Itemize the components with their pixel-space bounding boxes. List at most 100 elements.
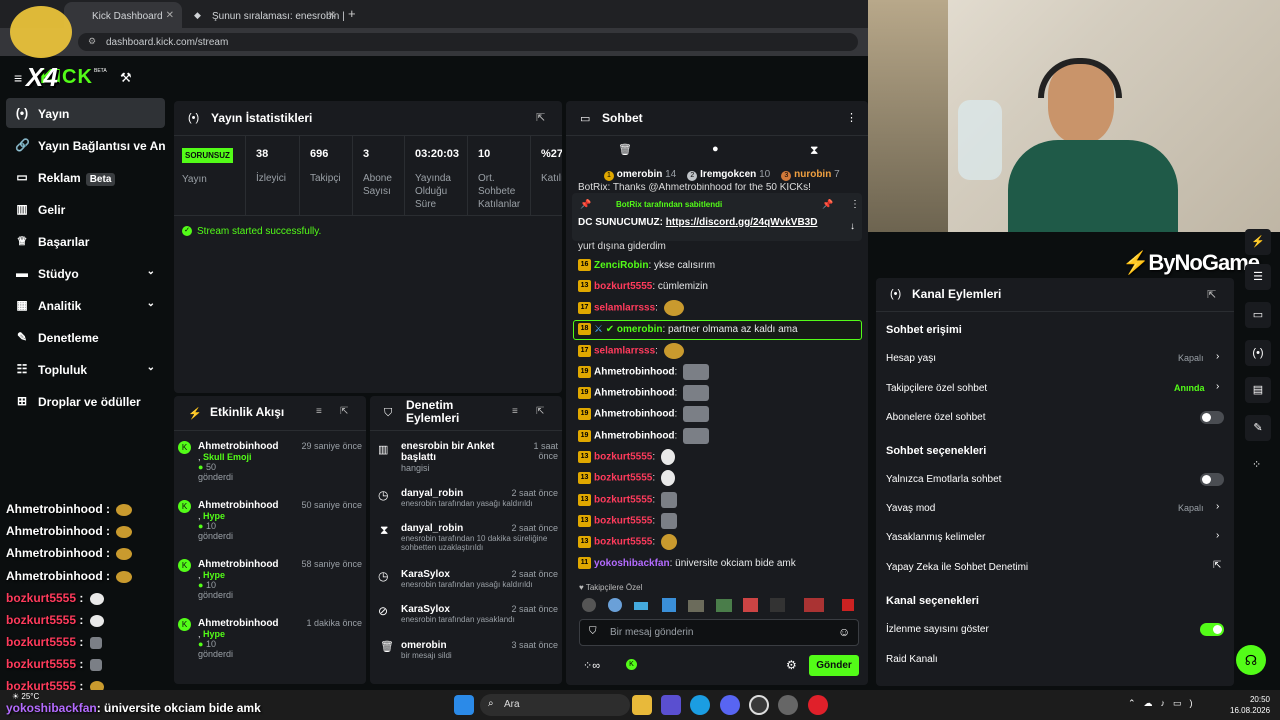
chat-username[interactable]: ZenciRobin [594,260,648,271]
url-input[interactable]: ⚙ dashboard.kick.com/stream [78,33,858,51]
chat-username[interactable]: bozkurt5555 [594,537,652,548]
windows-start-icon[interactable] [454,695,474,715]
sidebar-item-yayin[interactable]: (•) Yayın [6,98,165,128]
filter-icon[interactable]: ≡ [316,406,322,417]
popout-icon[interactable]: ⇱ [536,406,544,417]
emote-option[interactable] [634,602,648,610]
chat-icon[interactable]: ▭ [1245,302,1271,328]
leader-name[interactable]: omerobin [617,169,663,180]
sidebar-item-droplar[interactable]: ⊞ Droplar ve ödüller [6,386,165,416]
close-icon[interactable]: ✕ [328,10,336,21]
more-options-icon[interactable]: ⋮ [850,199,860,210]
chat-username[interactable]: Ahmetrobinhood [594,367,675,378]
popout-icon[interactable]: ⇱ [536,111,545,124]
setting-value[interactable]: Anında [1174,383,1205,393]
chevron-right-icon[interactable]: › [1216,530,1219,541]
taskbar-search[interactable]: ⌕ Ara [480,694,630,716]
clock[interactable]: 20:50 16.08.2026 [1230,694,1270,716]
show-viewcount-toggle[interactable] [1200,623,1224,636]
chat-input[interactable]: ⛉ Bir mesaj gönderin ☺ [579,619,859,646]
kick-coin-icon[interactable]: K [626,659,637,670]
lightning-icon[interactable]: ⚡ [1245,229,1271,255]
community-icon[interactable]: ⁘∞ [583,659,600,672]
pinned-link[interactable]: https://discord.gg/24qWvkVB3D [666,217,818,228]
chat-username[interactable]: bozkurt5555 [594,516,652,527]
leader-name[interactable]: Iremgokcen [700,169,756,180]
emoji-icon[interactable]: ☺ [838,625,850,639]
trash-icon[interactable]: 🗑 [618,143,632,156]
unpin-icon[interactable]: 📌 [822,199,833,210]
chat-icon[interactable]: ● [712,143,719,155]
discord-icon[interactable] [720,695,740,715]
emote-only-toggle[interactable] [1200,473,1224,486]
teams-icon[interactable] [661,695,681,715]
more-options-icon[interactable]: ⋮ [846,111,857,124]
subscribers-only-toggle[interactable] [1200,411,1224,424]
chat-username[interactable]: Ahmetrobinhood [594,388,675,399]
sidebar-item-denetleme[interactable]: ✎ Denetleme [6,322,165,352]
community-icon[interactable]: ⁘ [1252,458,1261,471]
new-tab-button[interactable]: + [348,6,356,21]
chevron-right-icon[interactable]: › [1216,351,1219,362]
chrome-icon[interactable] [749,695,769,715]
edge-icon[interactable] [690,695,710,715]
opera-icon[interactable] [808,695,828,715]
popout-icon[interactable]: ⇱ [1207,288,1216,301]
emote-option[interactable] [842,599,854,611]
stat-avg-chatters: 10 Ort. Sohbete Katılanlar [467,136,529,215]
sidebar-item-basarilar[interactable]: ♕ Başarılar [6,226,165,256]
external-link-icon[interactable]: ⇱ [1213,560,1221,571]
sidebar-item-analitik[interactable]: ▦ Analitik ⌄ [6,290,165,320]
sidebar-item-stream-key[interactable]: 🔗 Yayın Bağlantısı ve Anahtar [6,130,165,160]
tab-ranking[interactable]: ◆ Şunun sıralaması: enesrobin | Yo ✕ [184,2,344,28]
emote-option[interactable] [770,598,785,612]
sidebar-item-gelir[interactable]: ▥ Gelir [6,194,165,224]
emote-option[interactable] [716,599,732,612]
chat-username[interactable]: Ahmetrobinhood [594,431,675,442]
broadcast-icon[interactable]: (•) [1245,340,1271,366]
chevron-down-icon[interactable]: ↓ [850,221,855,232]
chevron-right-icon[interactable]: › [1216,501,1219,512]
chat-username[interactable]: selamlarrsss [594,303,655,314]
emote-option[interactable] [608,598,622,612]
support-button[interactable]: ☊ [1236,645,1266,675]
menu-icon[interactable]: ≡ [14,70,22,86]
emote-option[interactable] [662,598,676,612]
layout-icon[interactable]: ▤ [1245,377,1271,403]
stat-value: 10 [478,148,491,160]
sidebar-item-studyo[interactable]: ▬ Stüdyo ⌄ [6,258,165,288]
chat-username[interactable]: bozkurt5555 [594,495,652,506]
close-icon[interactable]: ✕ [166,10,174,21]
setting-value[interactable]: Kapalı [1178,503,1204,513]
emote-option[interactable] [688,600,704,612]
system-tray-icons[interactable]: ⌃☁♪▭) [1128,698,1201,709]
filter-icon[interactable]: ≡ [512,406,518,417]
site-info-icon[interactable]: ⚙ [88,36,96,47]
steam-icon[interactable] [778,695,798,715]
sidebar-item-topluluk[interactable]: ☷ Topluluk ⌄ [6,354,165,384]
chat-username[interactable]: selamlarrsss [594,346,655,357]
wrench-icon[interactable]: ✎ [1245,415,1271,441]
emote-option[interactable] [582,598,596,612]
settings-icon[interactable]: ⚙ [786,658,797,672]
emote-option[interactable] [743,598,758,612]
send-button[interactable]: Gönder [809,655,859,676]
file-explorer-icon[interactable] [632,695,652,715]
emote-option[interactable] [804,598,824,612]
chevron-right-icon[interactable]: › [1216,381,1219,392]
chat-username[interactable]: bozkurt5555 [594,281,652,292]
hammer-icon[interactable]: ⚒ [120,70,132,86]
list-icon[interactable]: ☰ [1245,264,1271,290]
chat-username[interactable]: omerobin [617,324,663,335]
chat-username[interactable]: Ahmetrobinhood [594,409,675,420]
popout-icon[interactable]: ⇱ [340,406,348,417]
tab-kick-dashboard[interactable]: Kick Dashboard ✕ [64,2,182,28]
chat-username[interactable]: bozkurt5555 [594,452,652,463]
chat-username[interactable]: bozkurt5555 [594,473,652,484]
hourglass-icon[interactable]: ⧗ [810,143,818,158]
leader-name[interactable]: nurobin [794,169,831,180]
weather-widget[interactable]: ☀ 25°C [12,692,39,701]
sidebar-item-reklam[interactable]: ▭ Reklam Beta [6,162,165,192]
setting-value[interactable]: Kapalı [1178,353,1204,363]
chat-username[interactable]: yokoshibackfan [594,558,670,569]
